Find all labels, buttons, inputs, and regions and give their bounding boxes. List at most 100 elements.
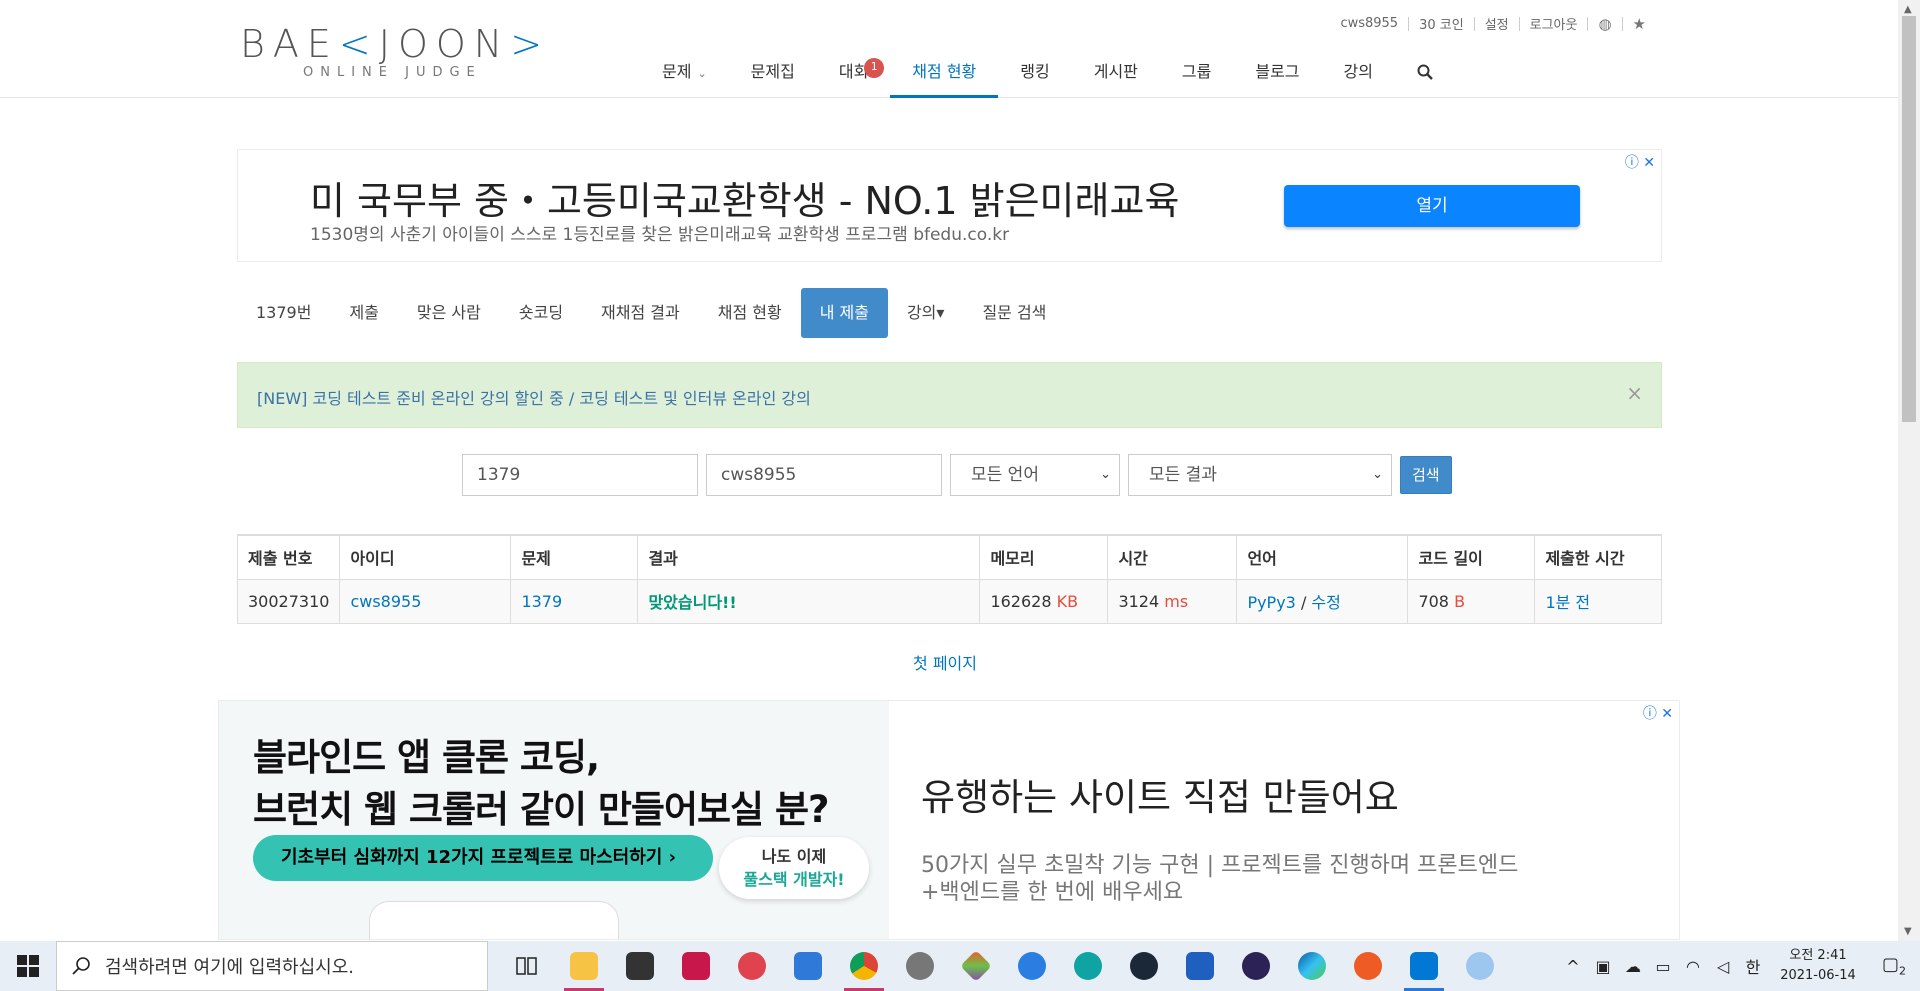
notice-alert: [NEW] 코딩 테스트 준비 온라인 강의 할인 중 / 코딩 테스트 및 인… xyxy=(237,362,1662,428)
app-teal-icon[interactable] xyxy=(1060,941,1116,991)
col-user: 아이디 xyxy=(339,534,512,580)
username-link[interactable]: cws8955 xyxy=(1340,16,1398,31)
notice-link[interactable]: [NEW] 코딩 테스트 준비 온라인 강의 할인 중 / 코딩 테스트 및 인… xyxy=(257,385,811,409)
user-id-input[interactable]: cws8955 xyxy=(706,454,942,496)
logout-link[interactable]: 로그아웃 xyxy=(1530,14,1578,33)
taskbar-apps xyxy=(500,941,1508,991)
pmenu-question-search[interactable]: 질문 검색 xyxy=(963,288,1065,338)
memory-value: 162628 xyxy=(990,591,1052,611)
nav-contest[interactable]: 대회 1 xyxy=(817,52,890,98)
logo-text-left: BAE xyxy=(240,22,339,66)
notification-icon[interactable]: ▢2 xyxy=(1868,954,1920,978)
code-length-unit: B xyxy=(1454,591,1466,611)
gitkraken-icon[interactable] xyxy=(948,941,1004,991)
result-select[interactable]: 모든 결과 ⌄ xyxy=(1128,454,1392,496)
settings-gear-icon[interactable] xyxy=(892,941,948,991)
ad-banner-bottom[interactable]: 블라인드 앱 클론 코딩, 브런치 웹 크롤러 같이 만들어보실 분? 기초부터… xyxy=(218,700,1680,940)
task-view-icon[interactable] xyxy=(500,941,556,991)
ad-close-icon[interactable]: ✕ xyxy=(1661,706,1673,722)
eclipse-icon[interactable] xyxy=(1228,941,1284,991)
file-explorer-icon[interactable] xyxy=(556,941,612,991)
pmenu-solved[interactable]: 맞은 사람 xyxy=(398,288,500,338)
nav-board[interactable]: 게시판 xyxy=(1072,52,1160,98)
ad-close-icon[interactable]: ✕ xyxy=(1643,155,1655,171)
weather-icon[interactable] xyxy=(1452,941,1508,991)
nav-status[interactable]: 채점 현황 xyxy=(890,52,999,98)
clock-time: 오전 2:41 xyxy=(1789,948,1847,963)
nav-problems[interactable]: 문제 ⌄ xyxy=(640,52,729,98)
col-result: 결과 xyxy=(637,534,981,580)
nav-lecture[interactable]: 강의 xyxy=(1322,52,1395,98)
ad-subtitle: 1530명의 사춘기 아이들이 스스로 1등진로를 찾은 밝은미래교육 교환학생… xyxy=(310,225,1010,245)
postman-icon[interactable] xyxy=(1340,941,1396,991)
problem-id-input[interactable]: 1379 xyxy=(462,454,698,496)
scroll-up-icon[interactable]: ▲ xyxy=(1904,4,1912,15)
nav-blog[interactable]: 블로그 xyxy=(1233,52,1321,98)
nav-workbook[interactable]: 문제집 xyxy=(729,52,817,98)
nav-ranking[interactable]: 랭킹 xyxy=(998,52,1071,98)
book-icon[interactable] xyxy=(1172,941,1228,991)
baekjoon-logo[interactable]: BAE<JOON> ONLINE JUDGE xyxy=(240,24,550,82)
ime-indicator[interactable]: 한 xyxy=(1738,954,1768,978)
first-page-link[interactable]: 첫 페이지 xyxy=(913,654,977,673)
ad-open-button[interactable]: 열기 xyxy=(1284,185,1580,227)
logo-bracket-left: < xyxy=(338,22,379,66)
sync-icon[interactable] xyxy=(724,941,780,991)
power-icon[interactable] xyxy=(1004,941,1060,991)
globe-icon[interactable]: ◍ xyxy=(1598,15,1611,33)
search-icon[interactable] xyxy=(1395,52,1455,98)
chevron-down-icon: ⌄ xyxy=(1100,467,1111,482)
edge-icon[interactable] xyxy=(1284,941,1340,991)
problem-menu: 1379번 제출 맞은 사람 숏코딩 재채점 결과 채점 현황 내 제출 강의▾… xyxy=(237,288,1065,338)
mail-icon[interactable] xyxy=(780,941,836,991)
nav-group[interactable]: 그룹 xyxy=(1160,52,1233,98)
chevron-up-icon[interactable]: ^ xyxy=(1558,957,1588,976)
pmenu-problem[interactable]: 1379번 xyxy=(237,288,330,338)
search-button[interactable]: 검색 xyxy=(1400,456,1452,494)
col-submission-id: 제출 번호 xyxy=(236,534,341,580)
col-memory: 메모리 xyxy=(979,534,1109,580)
pmenu-lecture[interactable]: 강의▾ xyxy=(888,288,963,338)
pmenu-status[interactable]: 채점 현황 xyxy=(699,288,801,338)
start-button[interactable] xyxy=(0,941,56,991)
pmenu-submit[interactable]: 제출 xyxy=(330,288,397,338)
close-icon[interactable]: × xyxy=(1626,381,1643,405)
submitted-time-link[interactable]: 1분 전 xyxy=(1545,593,1590,612)
scroll-thumb[interactable] xyxy=(1902,16,1916,422)
ad-pill-label: 기초부터 심화까지 12가지 프로젝트로 마스터하기 › xyxy=(253,835,713,881)
store-icon[interactable] xyxy=(612,941,668,991)
chrome-icon[interactable] xyxy=(836,941,892,991)
ad-info-icon[interactable]: ⓘ xyxy=(1643,706,1657,722)
code-length-value: 708 xyxy=(1418,591,1449,611)
ad-speech-bubble: 나도 이제 풀스택 개발자! xyxy=(719,837,869,899)
problem-link[interactable]: 1379 xyxy=(521,592,562,611)
ad-info-icon[interactable]: ⓘ xyxy=(1625,155,1639,171)
battery-icon[interactable]: ▭ xyxy=(1648,957,1678,976)
vertical-scrollbar[interactable]: ▲ ▼ xyxy=(1898,0,1920,941)
pmenu-rejudge[interactable]: 재채점 결과 xyxy=(582,288,699,338)
language-link[interactable]: PyPy3 xyxy=(1247,593,1295,612)
language-select[interactable]: 모든 언어 ⌄ xyxy=(950,454,1120,496)
site-header: BAE<JOON> ONLINE JUDGE cws8955 30 코인 설정 … xyxy=(0,0,1898,98)
onedrive-icon[interactable]: ☁ xyxy=(1618,957,1648,976)
cell-submission-id: 30027310 xyxy=(236,578,341,624)
tray-app-icon[interactable]: ▣ xyxy=(1588,957,1618,976)
taskbar-search[interactable]: 검색하려면 여기에 입력하십시오. xyxy=(56,941,488,991)
pmenu-my-submissions[interactable]: 내 제출 xyxy=(800,288,888,338)
app-red-icon[interactable] xyxy=(668,941,724,991)
notification-count: 2 xyxy=(1899,964,1906,978)
ad-headline-2: 브런치 웹 크롤러 같이 만들어보실 분? xyxy=(253,788,829,831)
scroll-down-icon[interactable]: ▼ xyxy=(1904,926,1912,937)
volume-muted-icon[interactable]: ◁ xyxy=(1708,957,1738,976)
wifi-icon[interactable]: ◠ xyxy=(1678,957,1708,976)
coin-link[interactable]: 30 코인 xyxy=(1419,14,1464,33)
user-link[interactable]: cws8955 xyxy=(350,592,421,611)
settings-link[interactable]: 설정 xyxy=(1485,14,1509,33)
pmenu-short-coding[interactable]: 숏코딩 xyxy=(500,288,582,338)
ad-banner-top[interactable]: 미 국무부 중・고등미국교환학생 - NO.1 밝은미래교육 1530명의 사춘… xyxy=(237,149,1662,262)
steam-icon[interactable] xyxy=(1116,941,1172,991)
star-icon[interactable]: ★ xyxy=(1633,15,1646,33)
taskbar-clock[interactable]: 오전 2:41 2021-06-14 xyxy=(1768,946,1868,986)
vscode-icon[interactable] xyxy=(1396,941,1452,991)
edit-link[interactable]: 수정 xyxy=(1311,593,1340,612)
